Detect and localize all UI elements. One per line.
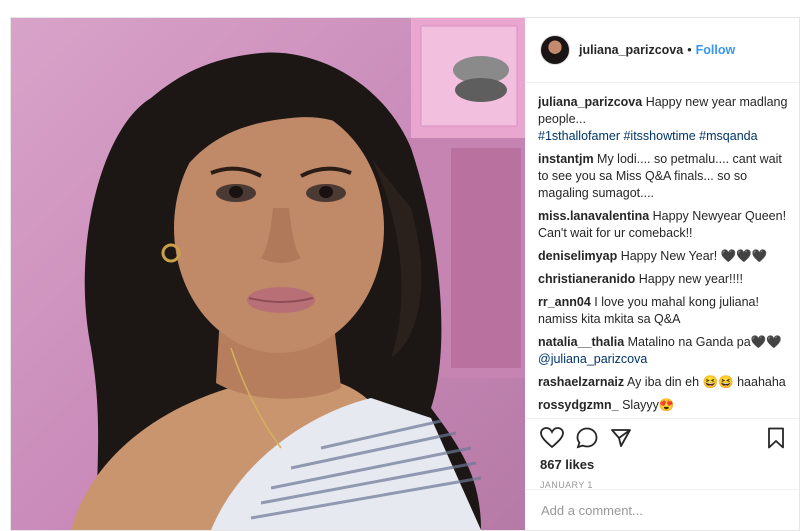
comment-username[interactable]: natalia__thalia bbox=[538, 335, 624, 349]
comment-text: Ay iba din eh 😆😆 haahaha bbox=[626, 375, 786, 389]
comment-item: deniselimyap Happy New Year! 🖤🖤🖤 bbox=[538, 248, 789, 265]
comment-username[interactable]: deniselimyap bbox=[538, 249, 617, 263]
caption-username[interactable]: juliana_parizcova bbox=[538, 95, 642, 109]
comment-text: Happy New Year! 🖤🖤🖤 bbox=[620, 249, 768, 263]
comment-username[interactable]: instantjm bbox=[538, 152, 594, 166]
comment-text: Slayyy😍 bbox=[622, 398, 675, 412]
comment-username[interactable]: rossydgzmn_ bbox=[538, 398, 619, 412]
add-comment-input[interactable] bbox=[539, 501, 763, 519]
bookmark-icon[interactable] bbox=[767, 427, 785, 449]
comment-item: miss.lanavalentina Happy Newyear Queen! … bbox=[538, 208, 789, 242]
comment-username[interactable]: rashaelzarnaiz bbox=[538, 375, 624, 389]
comment-username[interactable]: rr_ann04 bbox=[538, 295, 591, 309]
heart-icon[interactable] bbox=[540, 427, 564, 449]
caption: juliana_parizcova Happy new year madlang… bbox=[538, 94, 789, 145]
avatar[interactable] bbox=[540, 35, 570, 65]
header-username[interactable]: juliana_parizcova bbox=[579, 42, 683, 59]
comment-username[interactable]: christianeranido bbox=[538, 272, 635, 286]
caption-hashtags[interactable]: #1sthallofamer #itsshowtime #msqanda bbox=[538, 129, 758, 143]
comment-item: natalia__thalia Matalino na Ganda pa🖤🖤 @… bbox=[538, 334, 789, 368]
portrait-image bbox=[71, 18, 525, 530]
comment-item: rossydgzmn_ Slayyy😍 bbox=[538, 397, 789, 414]
comment-item: instantjm My lodi.... so petmalu.... can… bbox=[538, 151, 789, 202]
comment-item: christianeranido Happy new year!!!! bbox=[538, 271, 789, 288]
comment-text: Matalino na Ganda pa🖤🖤 bbox=[627, 335, 782, 349]
post-actions: 867 likes JANUARY 1 bbox=[526, 418, 799, 490]
comment-mention[interactable]: @juliana_parizcova bbox=[538, 352, 647, 366]
instagram-post: juliana_parizcova • Follow juliana_pariz… bbox=[10, 17, 800, 531]
post-photo[interactable] bbox=[11, 18, 525, 530]
post-header: juliana_parizcova • Follow bbox=[526, 18, 799, 83]
likes-count[interactable]: 867 likes bbox=[540, 456, 594, 473]
comments-list: juliana_parizcova Happy new year madlang… bbox=[538, 94, 789, 414]
comment-item: rashaelzarnaiz Ay iba din eh 😆😆 haahaha bbox=[538, 374, 789, 391]
share-icon[interactable] bbox=[610, 427, 632, 449]
add-comment-bar bbox=[526, 489, 799, 530]
follow-button[interactable]: Follow bbox=[696, 42, 736, 59]
comment-text: Happy new year!!!! bbox=[638, 272, 743, 286]
comment-item: rr_ann04 I love you mahal kong juliana! … bbox=[538, 294, 789, 328]
post-sidebar: juliana_parizcova • Follow juliana_pariz… bbox=[526, 18, 799, 530]
comment-icon[interactable] bbox=[576, 427, 598, 449]
separator-dot: • bbox=[687, 42, 692, 57]
comment-username[interactable]: miss.lanavalentina bbox=[538, 209, 649, 223]
